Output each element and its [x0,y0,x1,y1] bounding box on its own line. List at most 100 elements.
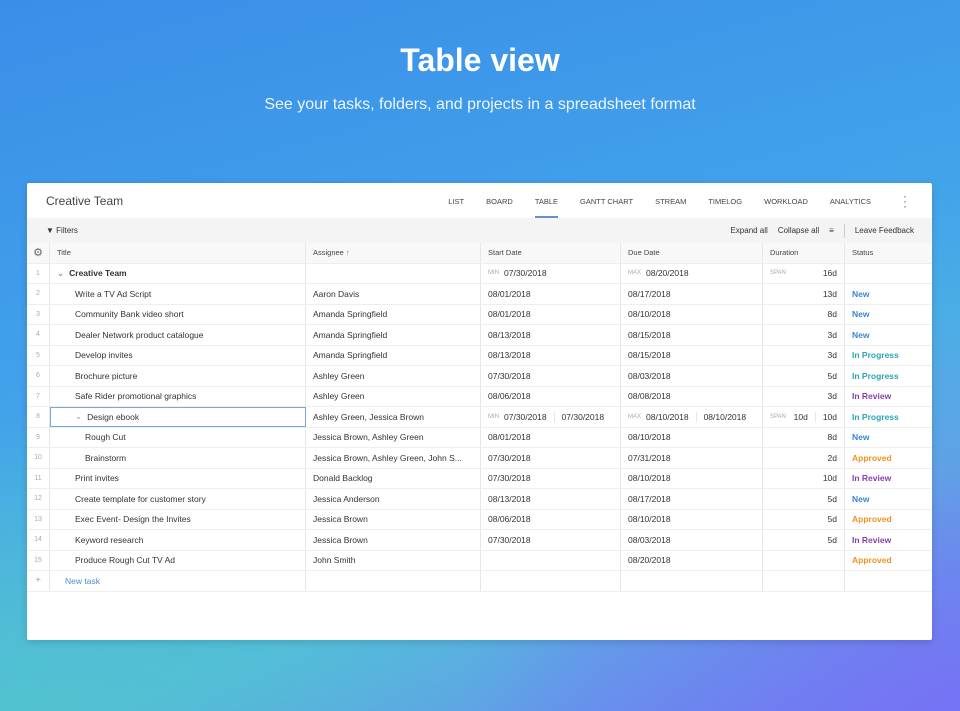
due-date-cell[interactable]: 08/20/2018 [621,550,763,570]
start-date-cell[interactable]: 08/13/2018 [481,489,621,509]
start-date-cell[interactable]: 07/30/2018 [481,366,621,386]
collapse-all-button[interactable]: Collapse all [778,226,819,235]
assignee-cell[interactable]: Ashley Green, Jessica Brown [306,407,481,427]
table-row[interactable]: 12 Create template for customer story Je… [27,489,932,510]
duration-cell[interactable]: 3d [763,386,845,406]
assignee-cell[interactable]: Jessica Brown, Ashley Green [306,427,481,447]
task-title-cell[interactable]: Keyword research [50,530,306,550]
start-date-cell[interactable]: 07/30/2018 [481,448,621,468]
table-row[interactable]: 7 Safe Rider promotional graphics Ashley… [27,386,932,407]
task-title-cell[interactable]: Exec Event- Design the Invites [50,509,306,529]
duration-cell[interactable]: 8d [763,304,845,324]
leave-feedback-button[interactable]: Leave Feedback [855,226,914,235]
start-date-cell[interactable]: 07/30/2018 [481,468,621,488]
column-status[interactable]: Status [845,243,932,263]
duration-cell[interactable]: SPAN 16d [763,263,845,283]
collapse-chevron-icon[interactable]: ⌄ [57,268,64,279]
duration-cell[interactable]: 3d [763,325,845,345]
table-row[interactable]: 8 ⌄ Design ebook Ashley Green, Jessica Br… [27,407,932,428]
due-date-cell[interactable]: 08/03/2018 [621,530,763,550]
assignee-cell[interactable]: Donald Backlog [306,468,481,488]
more-menu-icon[interactable]: · · · [902,190,908,212]
duration-cell[interactable]: 3d [763,345,845,365]
start-date-cell[interactable]: 08/13/2018 [481,325,621,345]
table-row[interactable]: 9 Rough Cut Jessica Brown, Ashley Green … [27,427,932,448]
row-density-icon[interactable]: ≡ [829,226,834,235]
duration-cell[interactable]: 5d [763,530,845,550]
expand-all-button[interactable]: Expand all [730,226,767,235]
task-title-cell[interactable]: Produce Rough Cut TV Ad [50,550,306,570]
table-row[interactable]: 6 Brochure picture Ashley Green 07/30/20… [27,366,932,387]
table-row[interactable]: 2 Write a TV Ad Script Aaron Davis 08/01… [27,284,932,305]
due-date-cell[interactable]: 08/10/2018 [621,427,763,447]
assignee-cell[interactable]: John Smith [306,550,481,570]
task-title-cell[interactable]: Brochure picture [50,366,306,386]
sort-ascending-icon[interactable]: ↑ [346,248,350,257]
due-date-cell[interactable]: 08/17/2018 [621,489,763,509]
tab-gantt-chart[interactable]: GANTT CHART [569,183,644,218]
start-date-cell[interactable]: 08/13/2018 [481,345,621,365]
filters-button[interactable]: ▼ Filters [46,226,78,235]
assignee-cell[interactable]: Amanda Springfield [306,304,481,324]
duration-cell[interactable]: 5d [763,509,845,529]
status-cell[interactable]: In Review [845,387,932,407]
assignee-cell[interactable]: Jessica Anderson [306,489,481,509]
assignee-cell[interactable]: Jessica Brown, Ashley Green, John S... [306,448,481,468]
status-cell[interactable]: Approved [845,510,932,530]
task-title-cell[interactable]: Create template for customer story [50,489,306,509]
table-row[interactable]: 11 Print invites Donald Backlog 07/30/20… [27,468,932,489]
table-row[interactable]: 14 Keyword research Jessica Brown 07/30/… [27,530,932,551]
table-row[interactable]: 15 Produce Rough Cut TV Ad John Smith 08… [27,550,932,571]
status-cell[interactable]: Approved [845,448,932,468]
due-date-cell[interactable]: 08/17/2018 [621,284,763,304]
status-cell[interactable]: In Review [845,469,932,489]
due-date-cell[interactable]: 07/31/2018 [621,448,763,468]
table-row[interactable]: 10 Brainstorm Jessica Brown, Ashley Gree… [27,448,932,469]
tab-stream[interactable]: STREAM [644,183,697,218]
assignee-cell[interactable]: Ashley Green [306,386,481,406]
task-title-cell[interactable]: Brainstorm [50,448,306,468]
start-date-cell[interactable]: MIN 07/30/2018 [481,263,621,283]
new-task-row[interactable]: + New task [27,571,932,592]
table-row[interactable]: 1 ⌄ Creative Team MIN 07/30/2018 MAX 08/20/… [27,263,932,284]
assignee-cell[interactable]: Jessica Brown [306,509,481,529]
task-title-cell[interactable]: Community Bank video short [50,304,306,324]
duration-cell[interactable]: 10d [763,468,845,488]
table-row[interactable]: 5 Develop invites Amanda Springfield 08/… [27,345,932,366]
column-assignee[interactable]: Assignee ↑ [306,243,481,263]
tab-analytics[interactable]: ANALYTICS [819,183,882,218]
due-date-cell[interactable]: 08/10/2018 [621,468,763,488]
tab-list[interactable]: LIST [437,183,475,218]
column-start-date[interactable]: Start Date [481,243,621,263]
duration-cell[interactable]: 13d [763,284,845,304]
status-cell[interactable]: In Progress [845,366,932,386]
column-duration[interactable]: Duration [763,243,845,263]
due-date-cell[interactable]: MAX 08/20/2018 [621,263,763,283]
start-date-cell[interactable]: 08/06/2018 [481,509,621,529]
new-task-link[interactable]: New task [50,571,306,591]
task-title-cell[interactable]: ⌄ Creative Team [50,263,306,283]
start-date-cell[interactable] [481,550,621,570]
assignee-cell[interactable]: Amanda Springfield [306,345,481,365]
assignee-cell[interactable]: Amanda Springfield [306,325,481,345]
due-date-cell[interactable]: 08/10/2018 [621,509,763,529]
task-title-cell[interactable]: Rough Cut [50,427,306,447]
start-date-cell[interactable]: 08/01/2018 [481,304,621,324]
task-title-cell[interactable]: Dealer Network product catalogue [50,325,306,345]
duration-cell[interactable]: 5d [763,489,845,509]
task-title-cell[interactable]: Develop invites [50,345,306,365]
start-date-cell[interactable]: MIN 07/30/2018 07/30/2018 [481,407,621,427]
status-cell[interactable]: New [845,428,932,448]
due-date-cell[interactable]: 08/10/2018 [621,304,763,324]
due-date-cell[interactable]: 08/03/2018 [621,366,763,386]
start-date-cell[interactable]: 08/01/2018 [481,284,621,304]
assignee-cell[interactable]: Jessica Brown [306,530,481,550]
tab-table[interactable]: TABLE [524,183,569,218]
due-date-cell[interactable]: 08/15/2018 [621,345,763,365]
status-cell[interactable]: In Review [845,530,932,550]
table-row[interactable]: 13 Exec Event- Design the Invites Jessic… [27,509,932,530]
tab-timelog[interactable]: TIMELOG [697,183,753,218]
column-title[interactable]: Title [50,243,306,263]
task-title-cell[interactable]: Safe Rider promotional graphics [50,386,306,406]
column-due-date[interactable]: Due Date [621,243,763,263]
